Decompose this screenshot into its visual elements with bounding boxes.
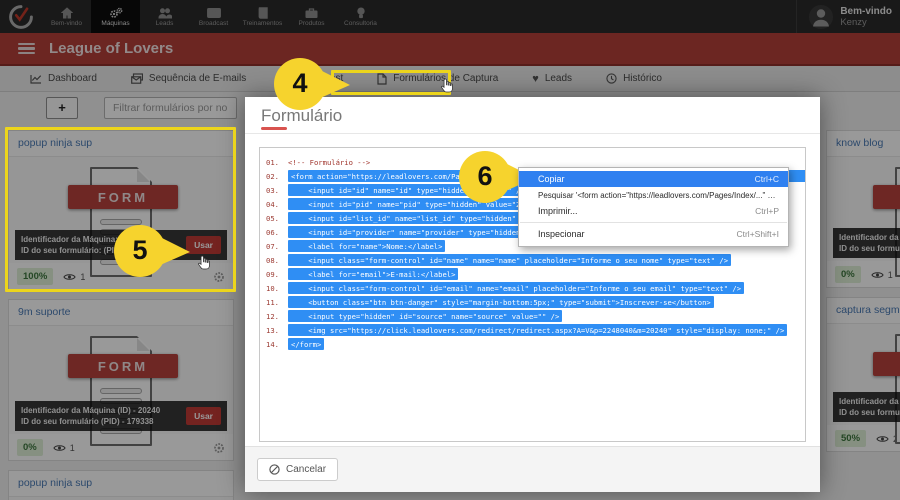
leadlovers-app: Bem-vindo Máquinas Leads Broadcast Trein… (0, 0, 900, 500)
code-line: 08. <input class="form-control" id="name… (266, 254, 799, 268)
callout-number: 4 (285, 68, 315, 99)
code-line: 13. <img src="https://click.leadlovers.c… (266, 324, 799, 338)
code-line: 11. <button class="btn btn-danger" style… (266, 296, 799, 310)
context-menu-print[interactable]: Imprimir... Ctrl+P (519, 203, 788, 219)
code-line: 14.</form> (266, 338, 799, 352)
hand-cursor-icon (198, 255, 211, 275)
callout-number: 5 (125, 235, 155, 266)
hand-cursor-icon (441, 78, 454, 98)
spellcheck-underline (261, 127, 287, 130)
context-menu-inspect[interactable]: Inspecionar Ctrl+Shift+I (519, 226, 788, 242)
context-menu-search-google[interactable]: Pesquisar '<form action="https://leadlov… (519, 187, 788, 203)
context-menu-copy[interactable]: Copiar Ctrl+C (519, 171, 788, 187)
browser-context-menu: Copiar Ctrl+C Pesquisar '<form action="h… (518, 167, 789, 247)
cancel-label: Cancelar (286, 464, 326, 475)
callout-number: 6 (470, 161, 500, 192)
modal-footer: Cancelar (245, 446, 820, 492)
callout-step-5: 5 (112, 222, 190, 280)
cancel-button[interactable]: Cancelar (257, 458, 338, 481)
code-line: 10. <input class="form-control" id="emai… (266, 282, 799, 296)
context-menu-separator (520, 222, 787, 223)
code-line: 09. <label for="email">E-mail:</label> (266, 268, 799, 282)
callout-step-4: 4 (272, 55, 350, 113)
code-line: 12. <input type="hidden" id="source" nam… (266, 310, 799, 324)
cancel-icon (269, 464, 280, 475)
